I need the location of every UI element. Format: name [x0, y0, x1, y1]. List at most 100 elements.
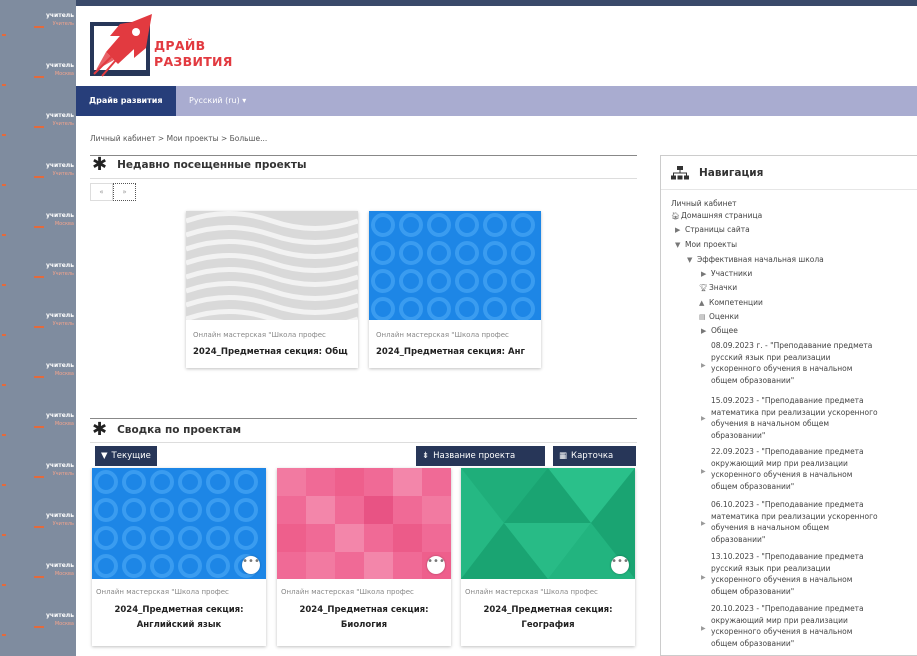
sidebar-user-item: учитель Учитель	[0, 262, 76, 292]
nav-dashboard[interactable]: Личный кабинет	[671, 198, 737, 210]
card-image	[277, 468, 451, 579]
nav-section[interactable]: 13.10.2023 - "Преподавание предмета русс…	[711, 551, 911, 597]
card-title[interactable]: 2024_Предметная секция: Биология	[277, 603, 451, 633]
nav-section[interactable]: 20.10.2023 - "Преподавание предмета окру…	[711, 603, 911, 649]
section-line: 15.09.2023 - "Преподавание предмета	[711, 396, 864, 405]
sidebar-user-item: учитель Учитель	[0, 512, 76, 542]
sort-by-name-button[interactable]: ⇟ Название проекта	[416, 446, 545, 466]
site-header: ДРАЙВ РАЗВИТИЯ	[76, 6, 917, 86]
more-options-icon[interactable]: •••	[242, 556, 260, 574]
user-role: учитель	[46, 412, 74, 419]
card-category: Онлайн мастерская "Школа профес	[376, 331, 509, 339]
user-location: Учитель	[52, 321, 74, 327]
divider-mark	[34, 376, 44, 378]
nav-my-projects[interactable]: ▼ Мои проекты	[675, 239, 737, 251]
divider-mark	[2, 34, 6, 36]
nav-participants-label: Участники	[711, 269, 753, 278]
card-title[interactable]: 2024_Предметная секция: Анг	[376, 347, 536, 357]
nav-school[interactable]: ▼ Эффективная начальная школа	[687, 254, 824, 266]
divider-mark	[34, 26, 44, 28]
navigation-block: Навигация Личный кабинет 🏠︎Домашняя стра…	[660, 155, 917, 656]
divider-mark	[2, 534, 6, 536]
chevron-right-icon: ▶	[701, 468, 706, 475]
section-line: математика при реализации ускоренного	[711, 511, 878, 521]
divider-mark	[34, 126, 44, 128]
overview-title-text: Сводка по проектам	[117, 424, 242, 436]
card-image	[186, 211, 358, 320]
language-menu[interactable]: Русский (ru) ▾	[189, 86, 246, 116]
section-line: русский язык при реализации	[711, 563, 831, 573]
divider-mark	[34, 526, 44, 528]
asterisk-icon: ✱	[92, 154, 108, 175]
user-role: учитель	[46, 612, 74, 619]
section-line: окружающий мир при реализации	[711, 458, 848, 468]
card-title-line2: Биология	[340, 620, 388, 630]
nav-general[interactable]: ▶ Общее	[701, 325, 738, 337]
card-title-line1: 2024_Предметная секция:	[114, 605, 244, 615]
section-divider	[90, 178, 637, 179]
project-card[interactable]: ••• Онлайн мастерская "Школа профес 2024…	[461, 468, 635, 646]
project-card[interactable]: ••• Онлайн мастерская "Школа профес 2024…	[92, 468, 266, 646]
navigation-header: Навигация	[661, 156, 917, 190]
view-card-button[interactable]: ▦ Карточка	[553, 446, 636, 466]
divider-mark	[34, 226, 44, 228]
section-line: общем образовании"	[711, 375, 795, 385]
sidebar-user-item: учитель Москва	[0, 412, 76, 442]
card-title[interactable]: 2024_Предметная секция: География	[461, 603, 635, 633]
nav-site-pages-label: Страницы сайта	[685, 225, 750, 234]
section-line: 08.09.2023 г. - "Преподавание предмета	[711, 341, 873, 350]
more-options-icon[interactable]: •••	[611, 556, 629, 574]
circle-pattern	[92, 468, 266, 579]
nav-grades[interactable]: ▤ Оценки	[699, 311, 739, 323]
navigation-title: Навигация	[699, 166, 764, 179]
sidebar-user-item: учитель Москва	[0, 612, 76, 642]
user-role: учитель	[46, 12, 74, 19]
pager-prev-button[interactable]: «	[90, 183, 113, 201]
nav-section[interactable]: 22.09.2023 - "Преподавание предмета окру…	[711, 446, 911, 492]
card-title[interactable]: 2024_Предметная секция: Английский язык	[92, 603, 266, 633]
nav-section[interactable]: 15.09.2023 - "Преподавание предмета мате…	[711, 395, 911, 441]
pager-next-button[interactable]: »	[113, 183, 136, 201]
nav-section[interactable]: 06.10.2023 - "Преподавание предмета мате…	[711, 499, 911, 545]
recent-card[interactable]: Онлайн мастерская "Школа профес 2024_Пре…	[369, 211, 541, 368]
project-card[interactable]: ••• Онлайн мастерская "Школа профес 2024…	[277, 468, 451, 646]
section-line: 22.09.2023 - "Преподавание предмета	[711, 447, 864, 456]
rocket-icon	[93, 14, 152, 77]
card-title[interactable]: 2024_Предметная секция: Общ	[193, 347, 353, 357]
divider-mark	[2, 134, 6, 136]
nav-section[interactable]: 08.09.2023 г. - "Преподавание предмета р…	[711, 340, 911, 386]
section-line: обучения в начальном общем	[711, 523, 830, 532]
chevron-right-icon: ▶	[701, 520, 706, 527]
user-role: учитель	[46, 162, 74, 169]
nav-competencies-label: Компетенции	[709, 298, 763, 307]
filter-current-button[interactable]: ▼ Текущие	[95, 446, 157, 466]
nav-home-link[interactable]: Драйв развития	[76, 86, 176, 116]
sidebar-user-item: учитель Учитель	[0, 312, 76, 342]
breadcrumb[interactable]: Личный кабинет > Мои проекты > Больше...	[90, 134, 267, 143]
divider-mark	[2, 584, 6, 586]
divider-mark	[2, 284, 6, 286]
recent-card[interactable]: Онлайн мастерская "Школа профес 2024_Пре…	[186, 211, 358, 368]
user-role: учитель	[46, 312, 74, 319]
chevron-right-icon: ▶	[701, 327, 707, 335]
chevron-right-icon: ▶	[675, 226, 681, 234]
section-line: ускоренного обучения в начальном	[711, 627, 853, 636]
triangle-icon: ▲	[699, 299, 705, 307]
more-options-icon[interactable]: •••	[427, 556, 445, 574]
nav-participants[interactable]: ▶ Участники	[701, 268, 752, 280]
site-logo[interactable]: ДРАЙВ РАЗВИТИЯ	[90, 14, 250, 84]
asterisk-icon: ✱	[92, 419, 108, 440]
sitemap-icon	[671, 165, 689, 179]
left-sidebar-strip: учитель Учитель учитель Москва учитель Учител…	[0, 0, 76, 656]
divider-mark	[34, 276, 44, 278]
user-location: Москва	[54, 571, 74, 577]
divider-mark	[34, 426, 44, 428]
chevron-down-icon: ▼	[675, 241, 681, 249]
nav-competencies[interactable]: ▲ Компетенции	[699, 297, 763, 309]
nav-site-pages[interactable]: ▶ Страницы сайта	[675, 224, 750, 236]
card-category: Онлайн мастерская "Школа профес	[193, 331, 326, 339]
nav-home[interactable]: 🏠︎Домашняя страница	[671, 210, 762, 222]
user-role: учитель	[46, 212, 74, 219]
section-line: 13.10.2023 - "Преподавание предмета	[711, 552, 864, 561]
nav-badges[interactable]: 🏆︎Значки	[699, 282, 737, 294]
